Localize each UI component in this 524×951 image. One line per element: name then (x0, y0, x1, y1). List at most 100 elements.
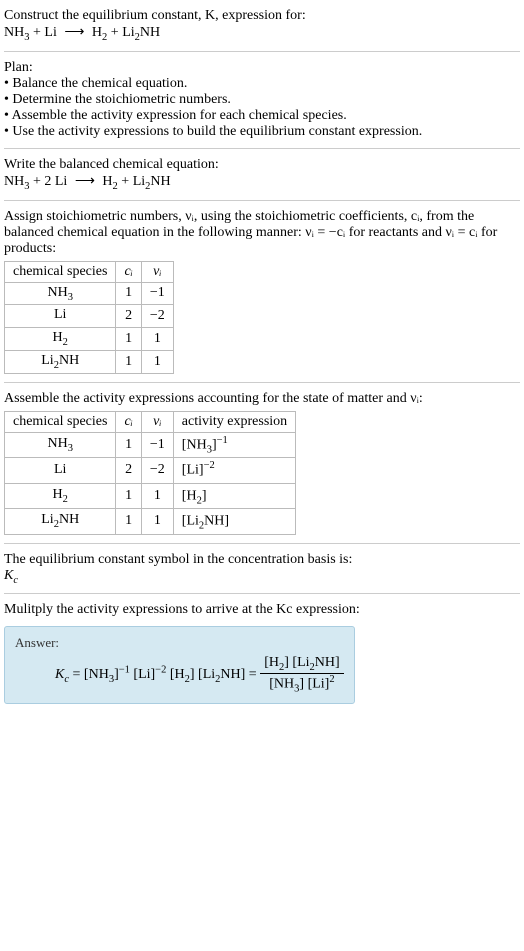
species-cell: Li2NH (5, 350, 116, 373)
product-h2: H2 (102, 174, 117, 189)
ci-cell: 1 (116, 350, 141, 373)
stoich-table: chemical species cᵢ νᵢ NH3 1 −1 Li 2 −2 … (4, 261, 174, 374)
product-li2nh: Li2NH (133, 174, 171, 189)
answer-label: Answer: (15, 635, 344, 651)
plan-bullet: • Determine the stoichiometric numbers. (4, 92, 520, 108)
ci-cell: 1 (116, 432, 141, 457)
species-cell: Li (5, 458, 116, 483)
activity-cell: [Li2NH] (173, 509, 295, 534)
species-cell: NH3 (5, 282, 116, 305)
arrow-icon: ⟶ (60, 24, 88, 41)
divider (4, 148, 520, 149)
symbol-text: The equilibrium constant symbol in the c… (4, 552, 520, 568)
table-row: H2 1 1 (5, 328, 174, 351)
table-row: Li 2 −2 [Li]−2 (5, 458, 296, 483)
table-row: Li2NH 1 1 (5, 350, 174, 373)
plan-bullet: • Assemble the activity expression for e… (4, 108, 520, 124)
species-cell: NH3 (5, 432, 116, 457)
reactant-nh3: NH3 (4, 174, 29, 189)
table-row: H2 1 1 [H2] (5, 483, 296, 508)
vi-cell: −1 (141, 432, 173, 457)
ci-cell: 1 (116, 328, 141, 351)
balanced-equation: NH3 + 2 Li ⟶ H2 + Li2NH (4, 173, 520, 192)
table-row: NH3 1 −1 (5, 282, 174, 305)
product-li2nh: Li2NH (122, 25, 160, 40)
term-li2nh: [Li2NH] (198, 667, 245, 682)
divider (4, 593, 520, 594)
multiply-section: Mulitply the activity expressions to arr… (4, 598, 520, 622)
answer-box: Answer: Kc = [NH3]−1 [Li]−2 [H2] [Li2NH]… (4, 626, 355, 703)
col-species: chemical species (5, 411, 116, 432)
col-vi: νᵢ (141, 261, 173, 282)
numerator: [H2] [Li2NH] (260, 655, 343, 674)
stoich-intro: Assign stoichiometric numbers, νᵢ, using… (4, 209, 520, 257)
table-row: NH3 1 −1 [NH3]−1 (5, 432, 296, 457)
vi-cell: −2 (141, 458, 173, 483)
divider (4, 51, 520, 52)
species-cell: H2 (5, 483, 116, 508)
col-species: chemical species (5, 261, 116, 282)
term-h2: [H2] (170, 667, 195, 682)
equals: = (249, 667, 260, 682)
col-ci: cᵢ (116, 261, 141, 282)
kc-symbol: Kc (4, 568, 520, 586)
ci-cell: 2 (116, 305, 141, 328)
vi-cell: −1 (141, 282, 173, 305)
col-activity: activity expression (173, 411, 295, 432)
ci-cell: 1 (116, 483, 141, 508)
ci-cell: 2 (116, 458, 141, 483)
divider (4, 200, 520, 201)
multiply-text: Mulitply the activity expressions to arr… (4, 602, 520, 618)
plan-section: Plan: • Balance the chemical equation. •… (4, 56, 520, 144)
plan-bullet: • Balance the chemical equation. (4, 76, 520, 92)
plan-bullet: • Use the activity expressions to build … (4, 124, 520, 140)
activity-section: Assemble the activity expressions accoun… (4, 387, 520, 539)
answer-equation: Kc = [NH3]−1 [Li]−2 [H2] [Li2NH] = [H2] … (15, 655, 344, 694)
activity-cell: [Li]−2 (173, 458, 295, 483)
stoich-section: Assign stoichiometric numbers, νᵢ, using… (4, 205, 520, 378)
symbol-section: The equilibrium constant symbol in the c… (4, 548, 520, 590)
arrow-icon: ⟶ (71, 173, 99, 190)
col-vi: νᵢ (141, 411, 173, 432)
denominator: [NH3] [Li]2 (260, 674, 343, 694)
ci-cell: 1 (116, 509, 141, 534)
plan-heading: Plan: (4, 60, 520, 76)
vi-cell: 1 (141, 328, 173, 351)
col-ci: cᵢ (116, 411, 141, 432)
balanced-heading: Write the balanced chemical equation: (4, 157, 520, 173)
activity-intro: Assemble the activity expressions accoun… (4, 391, 520, 407)
reactant-li: Li (44, 25, 56, 40)
balanced-section: Write the balanced chemical equation: NH… (4, 153, 520, 196)
term-li: [Li]−2 (133, 667, 166, 682)
ci-cell: 1 (116, 282, 141, 305)
kc-lhs: Kc (55, 667, 69, 682)
species-cell: H2 (5, 328, 116, 351)
equals: = (73, 667, 84, 682)
prompt-text: Construct the equilibrium constant, K, e… (4, 8, 306, 23)
plus-2li: + 2 Li (33, 174, 71, 189)
species-cell: Li (5, 305, 116, 328)
activity-cell: [H2] (173, 483, 295, 508)
divider (4, 543, 520, 544)
plus: + (121, 174, 132, 189)
activity-cell: [NH3]−1 (173, 432, 295, 457)
term-nh3: [NH3]−1 (84, 667, 130, 682)
table-row: Li 2 −2 (5, 305, 174, 328)
product-h2: H2 (92, 25, 107, 40)
table-row: Li2NH 1 1 [Li2NH] (5, 509, 296, 534)
species-cell: Li2NH (5, 509, 116, 534)
table-header-row: chemical species cᵢ νᵢ activity expressi… (5, 411, 296, 432)
divider (4, 382, 520, 383)
vi-cell: 1 (141, 509, 173, 534)
vi-cell: 1 (141, 483, 173, 508)
activity-table: chemical species cᵢ νᵢ activity expressi… (4, 411, 296, 535)
vi-cell: −2 (141, 305, 173, 328)
fraction: [H2] [Li2NH] [NH3] [Li]2 (260, 655, 343, 694)
prompt-line: Construct the equilibrium constant, K, e… (4, 8, 520, 24)
plus: + (33, 25, 44, 40)
plus: + (111, 25, 122, 40)
prompt-equation: NH3 + Li ⟶ H2 + Li2NH (4, 24, 520, 43)
table-header-row: chemical species cᵢ νᵢ (5, 261, 174, 282)
reactant-nh3: NH3 (4, 25, 29, 40)
prompt-section: Construct the equilibrium constant, K, e… (4, 4, 520, 47)
